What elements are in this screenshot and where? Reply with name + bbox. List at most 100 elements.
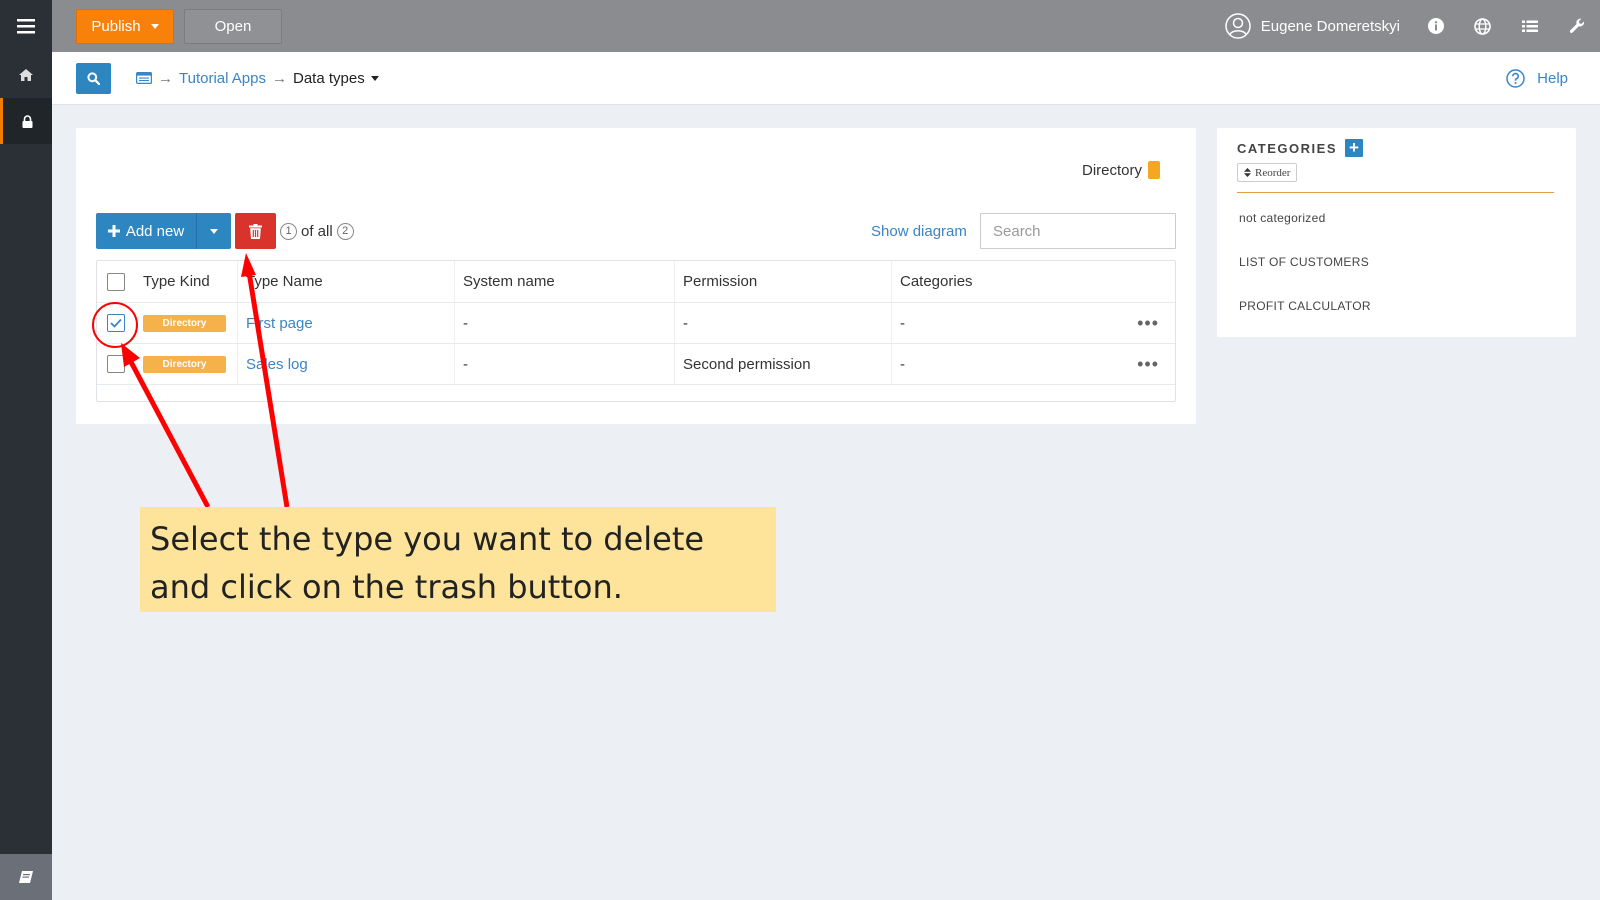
row-categories-cell: - ••• xyxy=(892,344,1175,384)
category-item[interactable]: LIST OF CUSTOMERS xyxy=(1239,255,1369,269)
rail-docs-button[interactable] xyxy=(0,854,52,900)
caret-down-icon[interactable] xyxy=(370,75,379,81)
select-all-cell xyxy=(97,261,135,302)
row-system-cell: - xyxy=(455,303,675,343)
row-categories-value: - xyxy=(900,355,905,373)
add-new-dropdown-button[interactable] xyxy=(197,213,231,249)
breadcrumb-arrow-icon: → xyxy=(272,69,287,87)
row-system-cell: - xyxy=(455,344,675,384)
lock-icon xyxy=(22,114,33,128)
column-header-kind[interactable]: Type Kind xyxy=(135,261,238,302)
column-header-system[interactable]: System name xyxy=(455,261,675,302)
list-view-button[interactable] xyxy=(1506,0,1553,52)
add-new-button-group: Add new xyxy=(96,213,231,249)
checkmark-icon xyxy=(110,318,122,328)
categories-panel: CATEGORIES + Reorder not categorized LIS… xyxy=(1217,128,1576,337)
breadcrumb: → Tutorial Apps → Data types xyxy=(136,70,379,87)
more-options-icon[interactable]: ••• xyxy=(1137,314,1159,332)
caret-down-icon xyxy=(210,228,218,234)
row-name-cell: First page xyxy=(238,303,455,343)
select-all-checkbox[interactable] xyxy=(107,272,125,291)
callout-line-2: and click on the trash button. xyxy=(150,568,623,606)
selected-count: 1 xyxy=(280,222,297,240)
delete-button[interactable] xyxy=(235,213,276,249)
trash-icon xyxy=(249,223,262,239)
column-header-permission[interactable]: Permission xyxy=(675,261,892,302)
counter-text: of all xyxy=(301,222,333,240)
data-types-table: Type Kind Type Name System name Permissi… xyxy=(96,260,1176,402)
plus-icon xyxy=(107,225,120,237)
user-name: Eugene Domeretskyi xyxy=(1260,17,1400,35)
more-options-icon[interactable]: ••• xyxy=(1137,355,1159,373)
row-name-cell: Sales log xyxy=(238,344,455,384)
user-avatar-icon xyxy=(1225,13,1251,39)
table-header-row: Type Kind Type Name System name Permissi… xyxy=(97,261,1175,303)
app-window-icon[interactable] xyxy=(136,72,152,84)
row-permission-cell: - xyxy=(675,303,892,343)
selection-counter: 1 of all 2 xyxy=(280,213,354,249)
search-icon xyxy=(87,71,100,85)
callout-line-1: Select the type you want to delete xyxy=(150,520,705,558)
type-name-link[interactable]: First page xyxy=(246,315,313,332)
settings-button[interactable] xyxy=(1553,0,1600,52)
breadcrumb-data-types[interactable]: Data types xyxy=(293,70,365,87)
globe-icon xyxy=(1474,17,1491,35)
column-header-categories-label: Categories xyxy=(900,273,973,290)
add-new-label: Add new xyxy=(125,222,185,240)
user-menu[interactable]: Eugene Domeretskyi xyxy=(1225,0,1400,52)
language-button[interactable] xyxy=(1459,0,1506,52)
home-icon xyxy=(19,69,33,81)
global-search-button[interactable] xyxy=(76,62,111,94)
column-header-name[interactable]: Type Name xyxy=(238,261,455,302)
reorder-button[interactable]: Reorder xyxy=(1237,163,1298,182)
table-toolbar: Add new 1 of all 2 Show diagram xyxy=(96,213,1176,249)
category-item[interactable]: not categorized xyxy=(1239,211,1326,225)
table-row[interactable]: Directory First page - - - ••• xyxy=(97,303,1175,344)
add-new-button[interactable]: Add new xyxy=(96,213,197,249)
row-select-cell xyxy=(97,303,135,343)
open-button[interactable]: Open xyxy=(184,8,282,44)
row-permission-cell: Second permission xyxy=(675,344,892,384)
type-name-link[interactable]: Sales log xyxy=(246,356,308,373)
row-checkbox[interactable] xyxy=(107,314,125,332)
type-kind-badge: Directory xyxy=(143,355,226,373)
reorder-label: Reorder xyxy=(1255,166,1291,179)
help-link[interactable]: Help xyxy=(1506,52,1568,105)
table-row[interactable]: Directory Sales log - Second permission … xyxy=(97,344,1175,385)
left-rail xyxy=(0,0,52,900)
row-categories-cell: - ••• xyxy=(892,303,1175,343)
breadcrumb-tutorial-apps[interactable]: Tutorial Apps xyxy=(179,70,266,87)
hamburger-menu-button[interactable] xyxy=(0,0,52,52)
open-label: Open xyxy=(214,17,252,35)
legend: Directory xyxy=(1082,161,1160,179)
breadcrumb-arrow-icon: → xyxy=(158,69,173,87)
categories-title: CATEGORIES xyxy=(1237,140,1337,156)
sub-header: → Tutorial Apps → Data types Help xyxy=(52,52,1600,105)
search-input[interactable] xyxy=(980,213,1176,249)
row-categories-value: - xyxy=(900,314,905,332)
legend-label: Directory xyxy=(1081,161,1142,179)
row-checkbox[interactable] xyxy=(107,355,125,373)
add-category-button[interactable]: + xyxy=(1345,138,1363,157)
list-icon xyxy=(1521,20,1538,32)
legend-swatch xyxy=(1148,161,1160,179)
top-bar: Publish Open Eugene Domeretskyi xyxy=(52,0,1600,52)
caret-down-icon[interactable] xyxy=(150,23,159,29)
categories-divider xyxy=(1237,192,1554,193)
type-kind-badge: Directory xyxy=(143,314,226,332)
wrench-icon xyxy=(1569,18,1584,33)
categories-header: CATEGORIES + xyxy=(1237,138,1363,157)
total-count: 2 xyxy=(336,222,354,240)
book-icon xyxy=(19,871,33,883)
rail-security-button[interactable] xyxy=(0,98,52,144)
help-circle-icon xyxy=(1506,69,1525,88)
top-icons xyxy=(1412,0,1600,52)
publish-button[interactable]: Publish xyxy=(76,8,174,44)
row-kind-cell: Directory xyxy=(135,344,238,384)
show-diagram-link[interactable]: Show diagram xyxy=(871,213,967,249)
help-label: Help xyxy=(1537,70,1568,87)
column-header-categories[interactable]: Categories xyxy=(892,261,1175,302)
rail-home-button[interactable] xyxy=(0,52,52,98)
category-item[interactable]: PROFIT CALCULATOR xyxy=(1239,299,1371,313)
info-button[interactable] xyxy=(1412,0,1459,52)
